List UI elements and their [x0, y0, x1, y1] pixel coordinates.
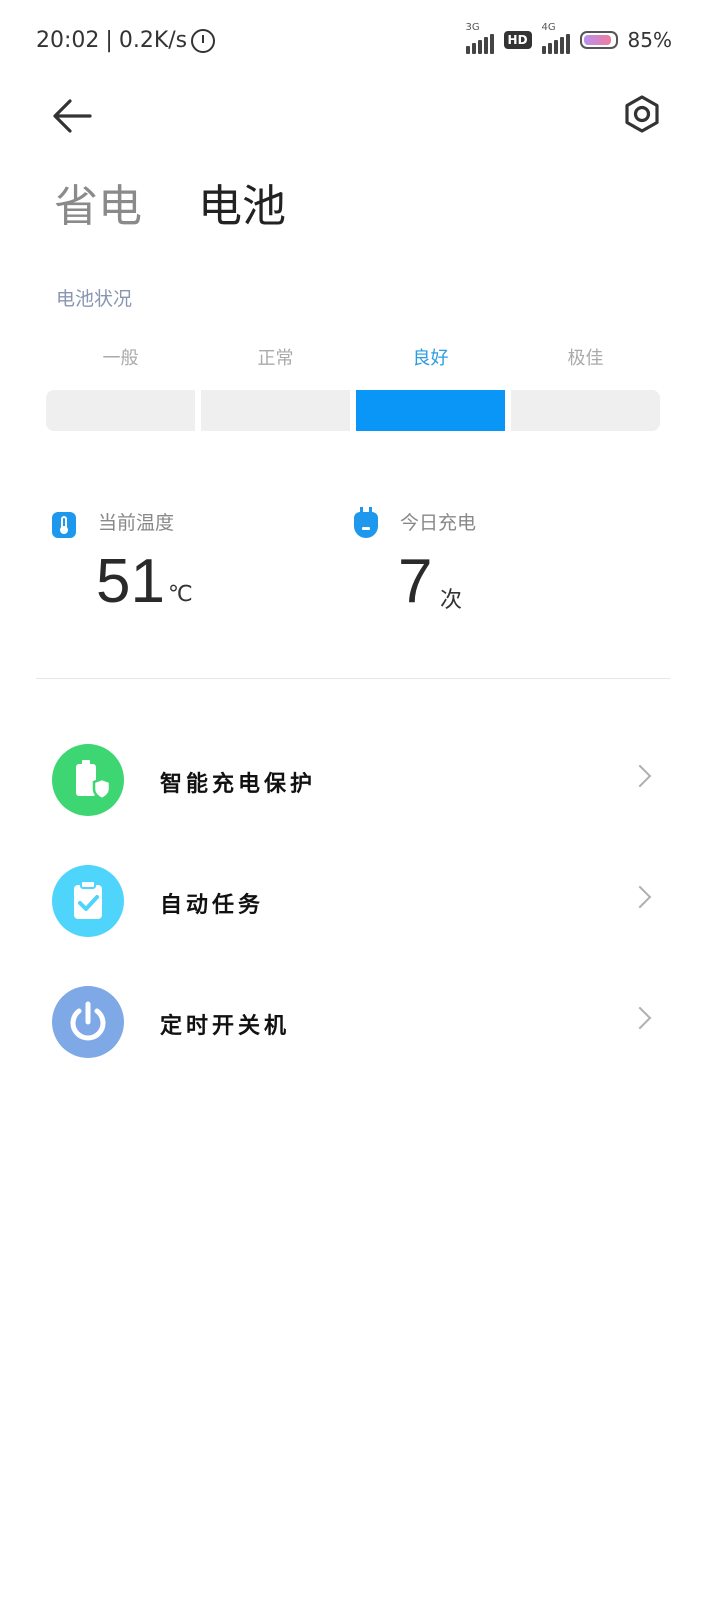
menu-label-auto-tasks: 自动任务: [160, 892, 265, 918]
charge-count-value: 7: [398, 547, 433, 616]
temperature-label: 当前温度: [98, 512, 175, 534]
status-time: 20:02: [36, 28, 100, 53]
plug-icon: [354, 507, 378, 538]
battery-shield-icon: [52, 744, 124, 816]
level-label-fair: 一般: [102, 348, 139, 369]
title-power-saving[interactable]: 省电: [54, 181, 142, 232]
hd-voice-icon: HD: [503, 31, 532, 49]
signal-sim1-icon: 3G: [465, 22, 494, 54]
temperature-unit: ℃: [168, 582, 193, 607]
settings-gear-icon[interactable]: [622, 94, 662, 134]
chevron-right-icon: [628, 885, 652, 909]
battery-percent: 85%: [627, 28, 672, 52]
alarm-clock-icon: [191, 28, 216, 53]
status-left: 20:02 | 0.2K/s: [36, 28, 216, 53]
charge-count-unit: 次: [440, 588, 463, 613]
divider: [36, 678, 670, 679]
level-label-normal: 正常: [257, 348, 294, 369]
thermometer-icon: [52, 512, 76, 538]
menu-item-smart-charging-protection[interactable]: 智能充电保护: [0, 730, 720, 830]
temperature-value: 51: [96, 547, 165, 616]
battery-icon: [579, 31, 618, 49]
back-arrow-icon[interactable]: [50, 96, 94, 136]
status-right: 3G HD 4G 85%: [465, 22, 672, 54]
menu-item-scheduled-power[interactable]: 定时开关机: [0, 972, 720, 1072]
sim1-network-type: 3G: [465, 22, 480, 33]
chevron-right-icon: [628, 1006, 652, 1030]
battery-status-bar: [46, 390, 660, 431]
status-separator: |: [105, 28, 113, 53]
level-segment-excellent: [511, 390, 660, 431]
clipboard-check-icon: [52, 865, 124, 937]
level-segment-normal: [201, 390, 350, 431]
menu-label-scheduled-power: 定时开关机: [160, 1013, 291, 1039]
menu-item-auto-tasks[interactable]: 自动任务: [0, 851, 720, 951]
power-icon: [52, 986, 124, 1058]
level-segment-fair: [46, 390, 195, 431]
page-title: 省电 电池: [54, 170, 286, 234]
title-battery[interactable]: 电池: [198, 181, 286, 232]
level-label-excellent: 极佳: [567, 348, 604, 369]
chevron-right-icon: [628, 764, 652, 788]
battery-status-label: 电池状况: [56, 288, 133, 310]
signal-sim2-icon: 4G: [541, 22, 570, 54]
charge-count-label: 今日充电: [400, 512, 477, 534]
battery-status-levels: 一般 正常 良好 极佳: [46, 344, 660, 370]
menu-label-smart-charging-protection: 智能充电保护: [160, 771, 317, 797]
status-bar: 20:02 | 0.2K/s 3G HD 4G 85%: [0, 0, 720, 84]
level-label-good: 良好: [412, 348, 449, 369]
level-segment-good: [356, 390, 505, 431]
network-speed: 0.2K/s: [118, 28, 188, 53]
sim2-network-type: 4G: [541, 22, 556, 33]
